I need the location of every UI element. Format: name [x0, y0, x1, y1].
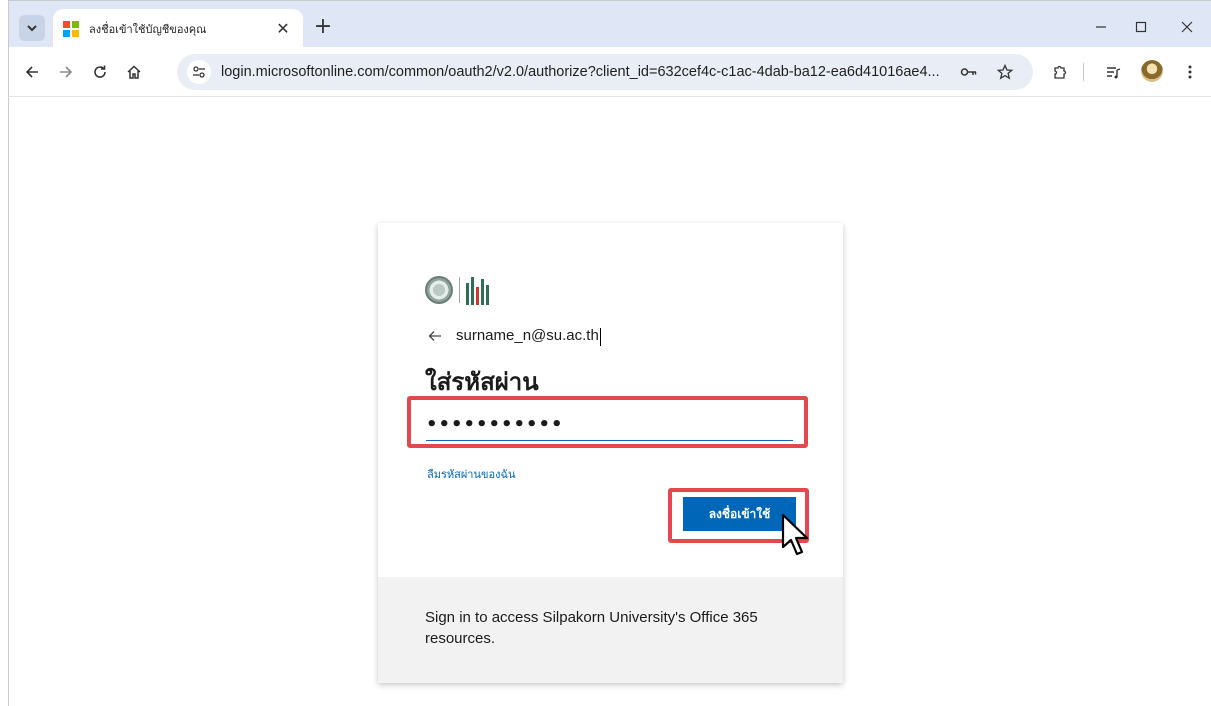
text-caret	[599, 327, 601, 346]
back-arrow-icon[interactable]	[428, 327, 448, 346]
tab-strip: ลงชื่อเข้าใช้บัญชีของคุณ ✕ +	[8, 0, 1211, 48]
organization-logo	[425, 274, 515, 306]
reload-button[interactable]	[87, 59, 113, 85]
tab-close-icon[interactable]: ✕	[273, 19, 293, 38]
profile-avatar[interactable]	[1141, 60, 1163, 82]
star-icon	[997, 64, 1013, 80]
maximize-button[interactable]	[1121, 15, 1161, 39]
maximize-icon	[1135, 21, 1147, 33]
back-button[interactable]	[19, 59, 45, 85]
password-field[interactable]	[426, 409, 793, 441]
signin-footer: Sign in to access Silpakorn University's…	[378, 577, 843, 683]
close-window-button[interactable]	[1167, 15, 1207, 39]
home-button[interactable]	[121, 59, 147, 85]
media-control-icon	[1107, 67, 1121, 79]
mouse-pointer-icon	[781, 513, 809, 556]
bookmark-button[interactable]	[993, 60, 1017, 84]
tune-icon	[193, 66, 205, 78]
url-text[interactable]: login.microsoftonline.com/common/oauth2/…	[221, 64, 941, 80]
password-manager-button[interactable]	[957, 60, 981, 84]
browser-toolbar: login.microsoftonline.com/common/oauth2/…	[8, 47, 1211, 97]
minimize-icon	[1096, 26, 1106, 28]
tab-search-button[interactable]	[19, 15, 45, 41]
extensions-button[interactable]	[1047, 59, 1073, 85]
media-control-button[interactable]	[1100, 59, 1126, 85]
silpakorn-mark-icon	[466, 275, 492, 305]
account-email: surname_n@su.ac.th	[456, 327, 601, 346]
back-arrow-icon	[25, 66, 38, 78]
browser-menu-button[interactable]	[1177, 59, 1203, 85]
tab-title: ลงชื่อเข้าใช้บัญชีของคุณ	[89, 22, 207, 36]
university-seal-icon	[425, 276, 453, 304]
active-tab[interactable]: ลงชื่อเข้าใช้บัญชีของคุณ ✕	[53, 9, 303, 48]
site-info-button[interactable]	[187, 60, 211, 84]
close-icon	[1181, 21, 1193, 33]
key-icon	[960, 68, 977, 76]
window-edge	[8, 97, 9, 706]
microsoft-logo-icon	[63, 20, 79, 37]
identity-row: surname_n@su.ac.th	[428, 327, 601, 346]
forgot-password-link[interactable]: ลืมรหัสผ่านของฉัน	[427, 465, 516, 483]
signin-card: surname_n@su.ac.th ใส่รหัสผ่าน ลืมรหัสผ่…	[378, 223, 843, 683]
minimize-button[interactable]	[1081, 15, 1121, 39]
toolbar-divider	[1083, 63, 1084, 81]
forward-arrow-icon	[60, 66, 73, 78]
kebab-menu-icon	[1188, 65, 1192, 79]
forward-button[interactable]	[53, 59, 79, 85]
new-tab-button[interactable]: +	[309, 15, 337, 39]
address-bar[interactable]: login.microsoftonline.com/common/oauth2/…	[177, 54, 1033, 90]
footer-description: Sign in to access Silpakorn University's…	[425, 609, 758, 647]
home-icon	[127, 65, 141, 79]
reload-icon	[94, 65, 106, 78]
puzzle-icon	[1054, 65, 1067, 79]
chevron-down-icon	[27, 25, 37, 32]
